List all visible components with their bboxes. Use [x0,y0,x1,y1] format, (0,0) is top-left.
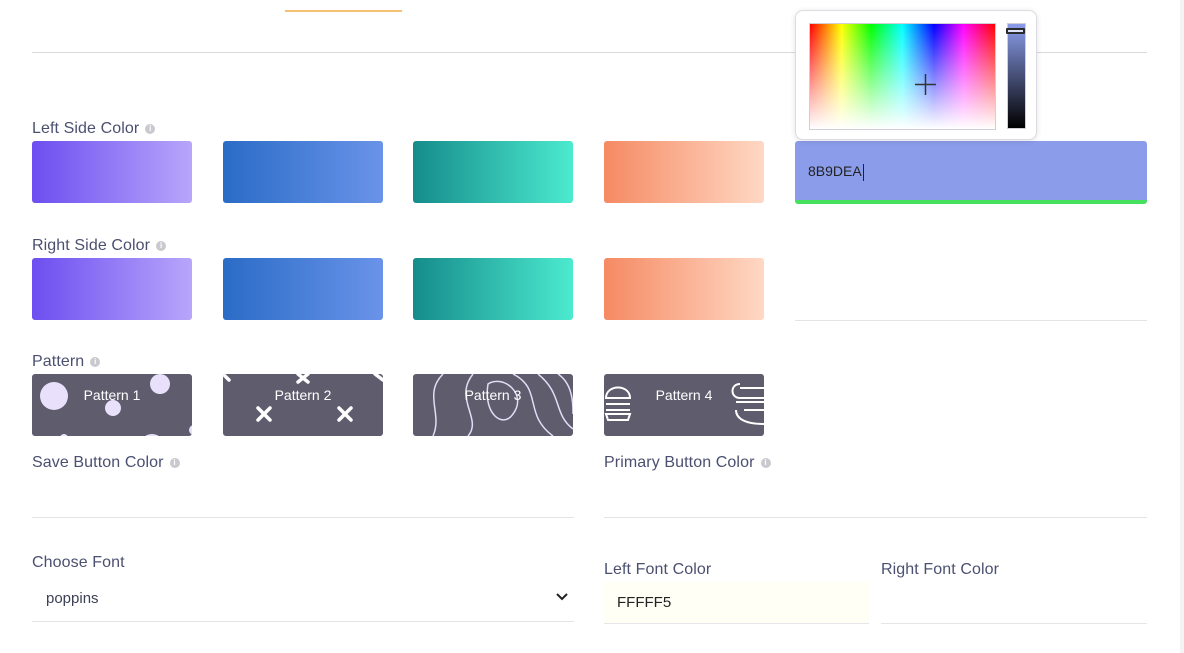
right-side-color-label-text: Right Side Color [32,237,151,254]
left-color-hex-input[interactable]: 8B9DEA [795,141,1147,204]
left-font-color-input[interactable]: FFFFF5 [604,582,869,624]
info-icon[interactable]: i [145,123,156,134]
left-color-hex-value: 8B9DEA [808,163,862,179]
pattern-4-label: Pattern 4 [655,387,713,403]
chevron-down-icon [556,593,568,601]
left-side-color-label-text: Left Side Color [32,120,140,137]
pattern-1-label: Pattern 1 [83,387,141,403]
crosses-pattern-icon [223,374,383,422]
info-icon[interactable]: i [169,457,180,468]
primary-button-color-label-text: Primary Button Color [604,454,755,471]
save-button-color-input[interactable] [32,476,574,518]
left-swatch-blue[interactable] [223,141,383,203]
primary-button-color-input[interactable] [604,476,1147,518]
text-caret [862,163,864,181]
info-icon[interactable]: i [760,457,771,468]
pattern-1-tile[interactable]: Pattern 1 [32,374,192,436]
pattern-2-tile[interactable]: Pattern 2 [223,374,383,436]
save-button-color-label-text: Save Button Color [32,454,164,471]
right-swatch-teal[interactable] [413,258,573,320]
left-swatch-peach[interactable] [604,141,764,203]
color-saturation-area[interactable] [809,23,996,130]
info-icon[interactable]: i [156,240,167,251]
color-picker-popover [795,10,1037,140]
right-color-hex-input[interactable] [795,258,1147,321]
right-side-color-label: Right Side Color i [32,237,167,255]
info-icon[interactable]: i [90,356,101,367]
font-select[interactable]: poppins [32,580,574,622]
left-swatch-purple[interactable] [32,141,192,203]
font-select-value: poppins [46,590,99,607]
save-button-color-label: Save Button Color i [32,454,180,472]
right-swatch-peach[interactable] [604,258,764,320]
pattern-label-text: Pattern [32,353,85,370]
pattern-2-label: Pattern 2 [274,387,332,403]
pattern-label: Pattern i [32,353,101,371]
right-font-color-label: Right Font Color [881,561,1000,578]
left-side-color-label: Left Side Color i [32,120,156,138]
pattern-4-tile[interactable]: Pattern 4 [604,374,764,436]
bubbles-pattern-icon [40,374,192,436]
right-font-color-input[interactable] [881,582,1147,624]
brightness-slider[interactable] [1007,23,1026,129]
right-swatch-purple[interactable] [32,258,192,320]
pattern-3-tile[interactable]: Pattern 3 [413,374,573,436]
left-font-color-value: FFFFF5 [617,594,672,611]
right-swatch-blue[interactable] [223,258,383,320]
contour-lines-pattern-icon [432,374,573,436]
pattern-3-label: Pattern 3 [464,387,522,403]
crosshair-icon[interactable] [915,74,936,95]
food-pattern-icon [604,383,764,425]
choose-font-label: Choose Font [32,554,125,571]
left-font-color-label: Left Font Color [604,561,712,578]
left-swatch-teal[interactable] [413,141,573,203]
brightness-slider-handle[interactable] [1006,28,1025,34]
active-tab-indicator [285,10,402,12]
primary-button-color-label: Primary Button Color i [604,454,771,472]
page-scrollbar-track[interactable] [1180,0,1184,653]
